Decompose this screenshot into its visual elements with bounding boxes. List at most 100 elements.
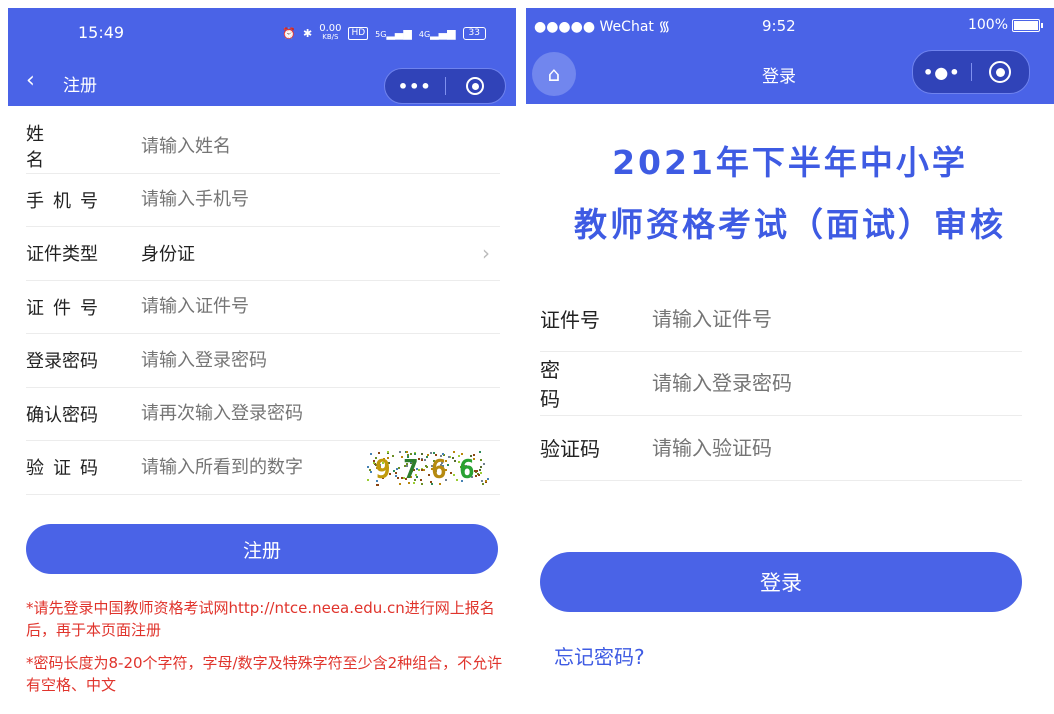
more-dots-icon[interactable]: ••• <box>385 77 445 96</box>
captcha-noise-dot <box>399 451 401 453</box>
password-row: 登录密码 <box>26 334 500 388</box>
id-number-input[interactable] <box>141 296 500 318</box>
password-input[interactable] <box>141 349 500 371</box>
id-number-row: 证件号 <box>26 281 500 334</box>
data-speed-unit: KB/S <box>322 33 339 41</box>
captcha-noise-dot <box>406 451 408 453</box>
confirm-password-input[interactable] <box>141 403 500 425</box>
captcha-image[interactable]: 9766 <box>367 451 492 487</box>
captcha-noise-dot <box>387 451 389 453</box>
status-time: 9:52 <box>762 17 796 35</box>
captcha-noise-dot <box>370 453 372 455</box>
phone-input[interactable] <box>141 189 500 211</box>
captcha-input[interactable] <box>652 435 1022 460</box>
register-nav-bar: ‹ 注册 ••• <box>8 60 516 106</box>
captcha-noise-dot <box>393 470 395 472</box>
password-label-text: 密 码 <box>540 358 574 412</box>
id-type-value[interactable]: 身份证 <box>141 240 500 266</box>
captcha-label-text: 验证码 <box>540 437 600 462</box>
chevron-left-icon[interactable]: ‹ <box>26 68 35 93</box>
data-speed: 0.00 KB/S <box>319 24 341 42</box>
captcha-noise-dot <box>426 456 428 458</box>
captcha-noise-dot <box>392 455 394 457</box>
captcha-noise-dot <box>421 459 423 461</box>
captcha-digit: 7 <box>403 455 419 485</box>
captcha-noise-dot <box>397 477 399 479</box>
captcha-noise-dot <box>395 472 397 474</box>
captcha-noise-dot <box>475 475 477 477</box>
4g-signal-icon: 4G▂▄▆ <box>418 26 456 40</box>
register-header: 15:49 ⏰ ✱ 0.00 KB/S HD 5G▂▄▆ 4G▂▄▆ 33 ‹ … <box>8 8 516 106</box>
4g-label: 4G <box>418 29 431 39</box>
mini-program-capsule: ••• <box>384 68 506 104</box>
wifi-icon: ᯾ <box>658 19 671 35</box>
phone-label-text: 手机号 <box>26 190 107 212</box>
captcha-noise-dot <box>430 452 432 454</box>
captcha-noise-dot <box>433 452 435 454</box>
captcha-noise-dot <box>447 464 449 466</box>
password-input[interactable] <box>652 371 1022 396</box>
home-icon[interactable]: ⌂ <box>532 52 576 96</box>
captcha-label-text: 验证码 <box>26 458 107 480</box>
captcha-noise-dot <box>428 474 430 476</box>
captcha-noise-dot <box>398 467 400 469</box>
record-icon <box>466 77 485 95</box>
captcha-noise-dot <box>481 480 483 482</box>
captcha-noise-dot <box>367 479 369 481</box>
record-icon <box>989 61 1012 83</box>
page-title: 登录 <box>762 67 796 87</box>
captcha-noise-dot <box>421 469 423 471</box>
headline-line-2: 教师资格考试（面试）审核 <box>574 205 1006 244</box>
captcha-noise-dot <box>420 479 422 481</box>
login-header: ●●●●● WeChat ᯾ 9:52 100% ⌂ 登录 •●• <box>526 8 1054 104</box>
phone-label: 手机号 <box>26 187 141 213</box>
carrier-text: ●●●●● WeChat <box>534 19 654 35</box>
captcha-noise-dot <box>426 466 428 468</box>
close-record-button[interactable] <box>972 61 1030 83</box>
name-input[interactable] <box>141 135 500 157</box>
forgot-password-link[interactable]: 忘记密码? <box>554 641 645 670</box>
login-button[interactable]: 登录 <box>540 552 1022 612</box>
captcha-noise-dot <box>454 460 456 462</box>
status-time: 15:49 <box>78 23 125 42</box>
register-form: 姓 名 手机号 证件类型 身份证 › 证件号 登录密码 确认密码 验证码 976… <box>26 120 500 495</box>
captcha-noise-dot <box>399 483 401 485</box>
captcha-noise-dot <box>452 457 454 459</box>
id-number-label: 证件号 <box>26 294 141 320</box>
name-label: 姓 名 <box>26 120 141 172</box>
captcha-digit: 9 <box>375 455 391 485</box>
captcha-noise-dot <box>487 478 489 480</box>
captcha-noise-dot <box>480 466 482 468</box>
ios-status-bar: ●●●●● WeChat ᯾ 9:52 100% <box>526 8 1054 44</box>
captcha-noise-dot <box>421 483 423 485</box>
captcha-digit: 6 <box>431 455 447 485</box>
more-dots-icon[interactable]: •●• <box>913 63 971 82</box>
bluetooth-icon: ✱ <box>302 26 313 40</box>
status-icons: ⏰ ✱ 0.00 KB/S HD 5G▂▄▆ 4G▂▄▆ 33 <box>282 24 486 42</box>
captcha-noise-dot <box>421 453 423 455</box>
id-number-row: 证件号 <box>540 287 1022 352</box>
register-screen: 15:49 ⏰ ✱ 0.00 KB/S HD 5G▂▄▆ 4G▂▄▆ 33 ‹ … <box>0 0 516 714</box>
captcha-noise-dot <box>480 472 482 474</box>
captcha-noise-dot <box>378 452 380 454</box>
register-button[interactable]: 注册 <box>26 524 498 574</box>
alarm-icon: ⏰ <box>282 26 296 40</box>
android-status-bar: 15:49 ⏰ ✱ 0.00 KB/S HD 5G▂▄▆ 4G▂▄▆ 33 <box>8 8 516 58</box>
captcha-noise-dot <box>456 479 458 481</box>
id-type-label-text: 证件类型 <box>26 244 98 266</box>
battery-icon <box>1012 18 1043 32</box>
id-number-label: 证件号 <box>540 304 652 333</box>
id-number-input[interactable] <box>652 306 1022 331</box>
captcha-row: 验证码 9766 <box>26 441 500 495</box>
battery-icon: 33 <box>462 26 486 40</box>
captcha-noise-dot <box>483 463 485 465</box>
5g-signal-icon: 5G▂▄▆ <box>375 26 412 40</box>
login-nav-bar: ⌂ 登录 •●• <box>526 48 1054 104</box>
captcha-noise-dot <box>448 456 450 458</box>
captcha-noise-dot <box>453 474 455 476</box>
id-type-row[interactable]: 证件类型 身份证 › <box>26 227 500 281</box>
close-record-button[interactable] <box>446 77 506 95</box>
captcha-noise-dot <box>423 469 425 471</box>
captcha-noise-dot <box>479 451 481 453</box>
captcha-label: 验证码 <box>26 454 141 480</box>
